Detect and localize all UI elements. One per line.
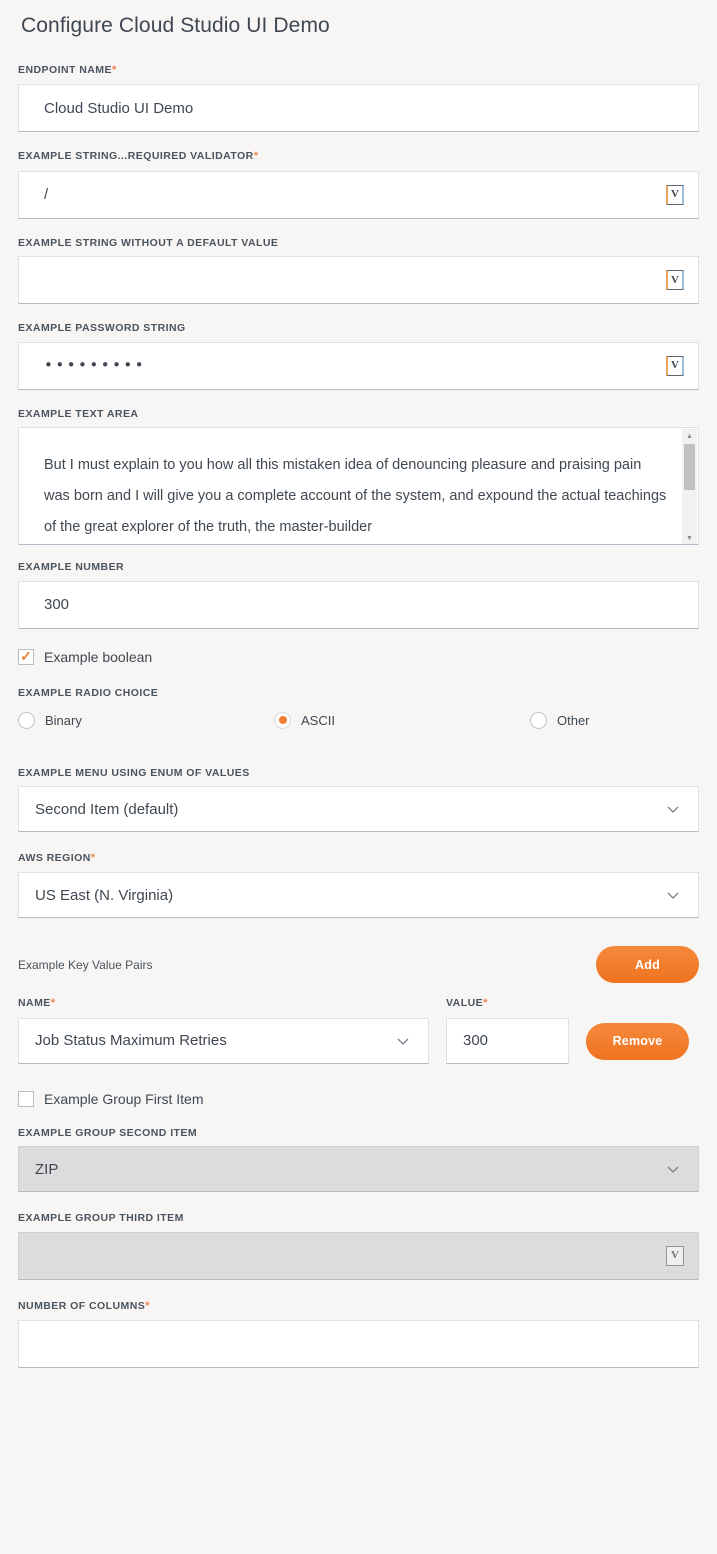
field-group-third-item: EXAMPLE GROUP THIRD ITEM V bbox=[18, 1212, 699, 1280]
add-button[interactable]: Add bbox=[596, 946, 699, 984]
textarea-scrollbar[interactable]: ▲ ▼ bbox=[682, 429, 697, 545]
variable-picker-icon[interactable]: V bbox=[666, 355, 684, 376]
radio-circle-icon[interactable] bbox=[18, 711, 35, 729]
remove-button[interactable]: Remove bbox=[586, 1022, 689, 1060]
variable-picker-icon[interactable]: V bbox=[666, 270, 684, 291]
kv-name-field: NAME* Job Status Maximum Retries bbox=[18, 997, 429, 1064]
radio-option-other[interactable]: Other bbox=[530, 711, 717, 729]
label-number-of-columns: NUMBER OF COLUMNS* bbox=[18, 1299, 150, 1312]
chevron-down-icon[interactable] bbox=[396, 1034, 410, 1048]
required-asterisk: * bbox=[253, 150, 259, 163]
field-aws-region: AWS REGION* US East (N. Virginia) bbox=[18, 852, 699, 919]
group-first-item-checkbox[interactable]: Example Group First Item bbox=[18, 1090, 699, 1107]
field-number-of-columns: NUMBER OF COLUMNS* bbox=[18, 1300, 699, 1368]
field-example-text-area: EXAMPLE TEXT AREA But I must explain to … bbox=[18, 408, 699, 546]
configure-form-page: Configure Cloud Studio UI Demo ENDPOINT … bbox=[0, 0, 717, 1554]
group-second-item-select: ZIP bbox=[18, 1146, 699, 1193]
example-boolean-checkbox[interactable]: ✓ Example boolean bbox=[18, 647, 699, 665]
field-example-number: EXAMPLE NUMBER 300 bbox=[18, 561, 699, 629]
kv-value-field: VALUE* 300 bbox=[446, 997, 569, 1064]
variable-picker-icon: V bbox=[666, 1245, 684, 1266]
label-example-string-no-default: EXAMPLE STRING WITHOUT A DEFAULT VALUE bbox=[18, 236, 279, 249]
label-example-string-required: EXAMPLE STRING...REQUIRED VALIDATOR* bbox=[18, 150, 259, 163]
example-password-input[interactable]: ••••••••• V bbox=[18, 341, 699, 390]
label-kv-value: VALUE* bbox=[446, 997, 488, 1010]
field-example-radio-choice: EXAMPLE RADIO CHOICE Binary ASCII Other bbox=[18, 687, 699, 729]
group-third-item-input: V bbox=[18, 1231, 699, 1280]
example-string-required-value: / bbox=[44, 187, 49, 203]
group-first-item-label: Example Group First Item bbox=[44, 1090, 204, 1107]
label-group-third-item: EXAMPLE GROUP THIRD ITEM bbox=[18, 1212, 184, 1225]
radio-option-ascii[interactable]: ASCII bbox=[274, 711, 530, 729]
variable-picker-icon[interactable]: V bbox=[666, 184, 684, 205]
chevron-down-icon[interactable] bbox=[666, 802, 680, 816]
radio-label-binary: Binary bbox=[45, 712, 82, 728]
field-example-menu-enum: EXAMPLE MENU USING ENUM OF VALUES Second… bbox=[18, 767, 699, 833]
key-value-pairs-header: Example Key Value Pairs Add bbox=[18, 946, 699, 984]
check-icon: ✓ bbox=[20, 647, 32, 664]
field-example-string-no-default: EXAMPLE STRING WITHOUT A DEFAULT VALUE V bbox=[18, 237, 699, 305]
example-password-value: ••••••••• bbox=[44, 358, 147, 374]
example-text-area-value: But I must explain to you how all this m… bbox=[44, 457, 667, 536]
key-value-pairs-label: Example Key Value Pairs bbox=[18, 957, 153, 972]
example-string-required-input[interactable]: / V bbox=[18, 170, 699, 219]
endpoint-name-input[interactable]: Cloud Studio UI Demo bbox=[18, 84, 699, 133]
radio-group: Binary ASCII Other bbox=[18, 711, 699, 729]
required-asterisk: * bbox=[90, 852, 96, 865]
field-group-second-item: EXAMPLE GROUP SECOND ITEM ZIP bbox=[18, 1127, 699, 1193]
endpoint-name-value: Cloud Studio UI Demo bbox=[44, 100, 194, 116]
checkbox-box[interactable] bbox=[18, 1090, 34, 1107]
group-second-item-value: ZIP bbox=[35, 1160, 59, 1178]
required-asterisk: * bbox=[50, 997, 56, 1010]
field-example-password: EXAMPLE PASSWORD STRING ••••••••• V bbox=[18, 322, 699, 390]
radio-label-other: Other bbox=[557, 712, 590, 728]
page-title: Configure Cloud Studio UI Demo bbox=[21, 14, 330, 37]
kv-value-input[interactable]: 300 bbox=[446, 1017, 569, 1064]
radio-option-binary[interactable]: Binary bbox=[18, 711, 274, 729]
label-kv-name: NAME* bbox=[18, 997, 56, 1010]
aws-region-select[interactable]: US East (N. Virginia) bbox=[18, 872, 699, 919]
label-endpoint-name: ENDPOINT NAME* bbox=[18, 64, 117, 77]
field-endpoint-name: ENDPOINT NAME* Cloud Studio UI Demo bbox=[18, 64, 699, 133]
number-of-columns-input[interactable] bbox=[18, 1319, 699, 1368]
example-boolean-label: Example boolean bbox=[44, 648, 153, 665]
label-example-password: EXAMPLE PASSWORD STRING bbox=[18, 322, 186, 335]
field-example-string-required: EXAMPLE STRING...REQUIRED VALIDATOR* / V bbox=[18, 150, 699, 219]
label-group-second-item: EXAMPLE GROUP SECOND ITEM bbox=[18, 1126, 198, 1139]
checkbox-box[interactable]: ✓ bbox=[18, 647, 34, 665]
radio-dot-icon bbox=[278, 716, 287, 725]
label-aws-region: AWS REGION* bbox=[18, 852, 96, 865]
scroll-up-arrow-icon[interactable]: ▲ bbox=[682, 429, 697, 443]
kv-name-select[interactable]: Job Status Maximum Retries bbox=[18, 1017, 429, 1064]
example-menu-enum-value: Second Item (default) bbox=[35, 800, 179, 818]
example-number-value: 300 bbox=[44, 597, 70, 613]
label-example-menu-enum: EXAMPLE MENU USING ENUM OF VALUES bbox=[18, 766, 250, 779]
radio-circle-icon[interactable] bbox=[530, 711, 547, 729]
example-string-no-default-input[interactable]: V bbox=[18, 256, 699, 305]
label-example-radio-choice: EXAMPLE RADIO CHOICE bbox=[18, 686, 159, 699]
label-example-text-area: EXAMPLE TEXT AREA bbox=[18, 407, 139, 420]
radio-circle-selected-icon[interactable] bbox=[274, 711, 291, 729]
aws-region-value: US East (N. Virginia) bbox=[35, 886, 174, 904]
chevron-down-icon[interactable] bbox=[666, 888, 680, 902]
scroll-down-arrow-icon[interactable]: ▼ bbox=[682, 531, 697, 544]
example-number-input[interactable]: 300 bbox=[18, 580, 699, 629]
required-asterisk: * bbox=[483, 997, 488, 1010]
example-text-area-input[interactable]: But I must explain to you how all this m… bbox=[18, 427, 699, 546]
scrollbar-thumb[interactable] bbox=[684, 444, 695, 491]
label-example-number: EXAMPLE NUMBER bbox=[18, 561, 125, 574]
chevron-down-icon bbox=[666, 1162, 680, 1176]
example-menu-enum-select[interactable]: Second Item (default) bbox=[18, 786, 699, 833]
required-asterisk: * bbox=[111, 64, 117, 77]
required-asterisk: * bbox=[145, 1299, 150, 1312]
kv-value-value: 300 bbox=[463, 1033, 489, 1048]
radio-label-ascii: ASCII bbox=[301, 712, 335, 728]
kv-name-value: Job Status Maximum Retries bbox=[35, 1032, 227, 1049]
key-value-pair-row: NAME* Job Status Maximum Retries VALUE* … bbox=[18, 997, 699, 1064]
